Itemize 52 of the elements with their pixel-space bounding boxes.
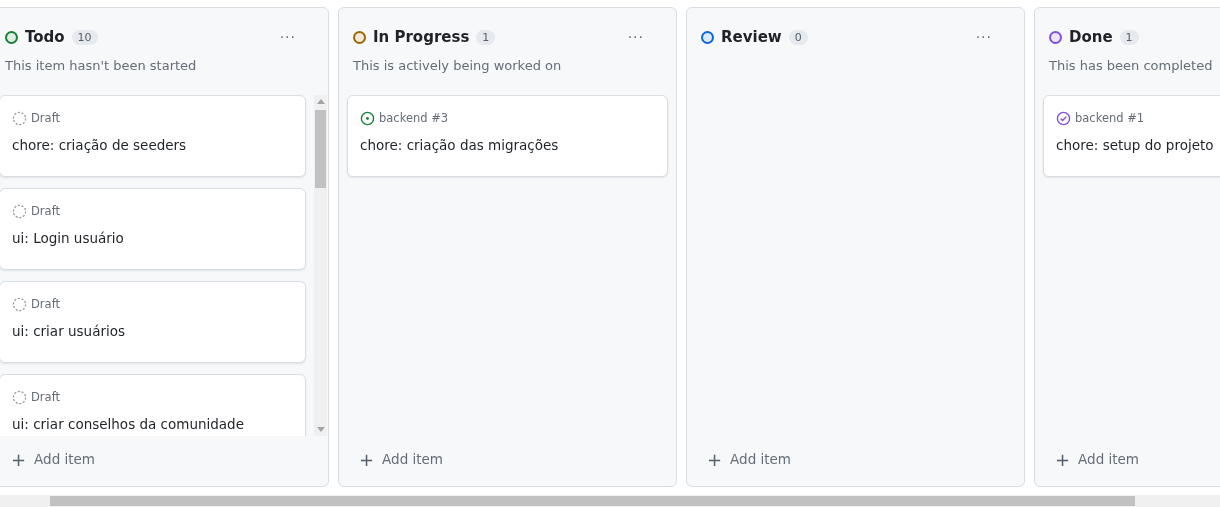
item-card[interactable]: Draft ui: criar conselhos da comunidade [0, 374, 306, 436]
item-title[interactable]: ui: criar conselhos da comunidade [12, 416, 293, 432]
column-description: This item hasn't been started [5, 58, 197, 73]
open-status-icon [360, 110, 375, 126]
item-card[interactable]: Draft chore: criação de seeders [0, 95, 306, 177]
item-card[interactable]: Draft ui: criar usuários [0, 281, 306, 363]
item-label: Draft [31, 390, 60, 404]
add-item-button[interactable]: + Add item [695, 448, 804, 470]
scroll-up-icon[interactable] [316, 99, 325, 104]
item-label: backend #1 [1075, 111, 1145, 125]
scrollbar-thumb[interactable] [50, 496, 1135, 506]
item-label: Draft [31, 204, 60, 218]
plus-icon: + [1055, 448, 1071, 470]
item-card[interactable]: backend #1 chore: setup do projeto [1043, 95, 1220, 177]
add-item-button[interactable]: + Add item [0, 448, 108, 470]
draft-status-icon [12, 203, 27, 219]
item-title[interactable]: ui: Login usuário [12, 230, 293, 246]
check-circle-icon [1056, 110, 1071, 126]
scrollbar-thumb[interactable] [315, 110, 326, 188]
horizontal-scrollbar[interactable] [0, 495, 1220, 507]
item-count: 1 [476, 29, 496, 45]
item-title[interactable]: chore: setup do projeto [1056, 137, 1220, 153]
column-title: Done [1069, 28, 1113, 46]
item-count: 0 [788, 29, 808, 45]
item-title[interactable]: chore: criação das migrações [360, 137, 655, 153]
plus-icon: + [707, 448, 723, 470]
scroll-down-icon[interactable] [316, 427, 325, 432]
column-title: Todo [25, 28, 65, 46]
item-card[interactable]: Draft ui: Login usuário [0, 188, 306, 270]
more-options-button[interactable]: ··· [627, 29, 644, 45]
item-count: 1 [1119, 29, 1139, 45]
item-label: backend #3 [379, 111, 449, 125]
item-title[interactable]: ui: criar usuários [12, 323, 293, 339]
column-title: In Progress [373, 28, 470, 46]
item-label: Draft [31, 297, 60, 311]
draft-status-icon [12, 389, 27, 405]
add-item-button[interactable]: + Add item [347, 448, 456, 470]
plus-icon: + [359, 448, 375, 470]
column-description: This is actively being worked on [353, 58, 562, 73]
plus-icon: + [11, 448, 27, 470]
draft-status-icon [12, 296, 27, 312]
draft-status-icon [12, 110, 27, 126]
column-description: This has been completed [1049, 58, 1213, 73]
item-card[interactable]: backend #3 chore: criação das migrações [347, 95, 668, 177]
item-title[interactable]: chore: criação de seeders [12, 137, 293, 153]
item-label: Draft [31, 111, 60, 125]
more-options-button[interactable]: ··· [279, 29, 296, 45]
add-item-button[interactable]: + Add item [1043, 448, 1152, 470]
column-title: Review [721, 28, 782, 46]
item-count: 10 [71, 29, 98, 45]
more-options-button[interactable]: ··· [975, 29, 992, 45]
vertical-scrollbar[interactable] [314, 95, 327, 436]
